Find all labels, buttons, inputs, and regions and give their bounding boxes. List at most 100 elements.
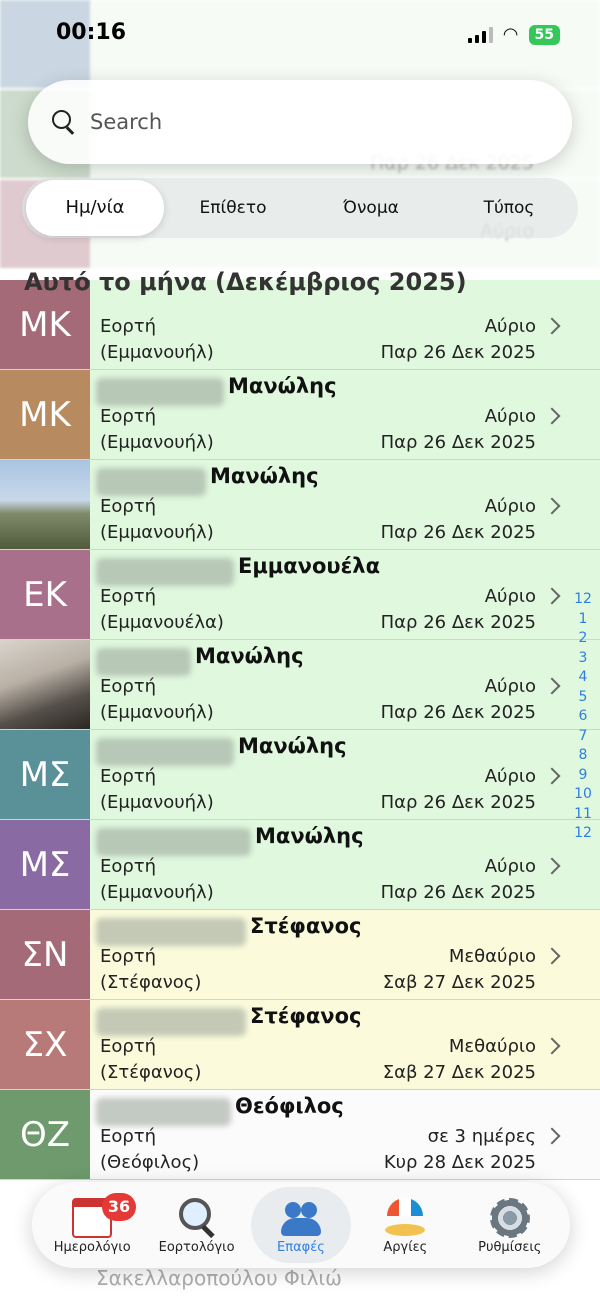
magnifier-icon	[177, 1198, 217, 1238]
month-index-item[interactable]: 1	[570, 610, 596, 630]
blurred-surname	[96, 648, 191, 676]
tab-contacts[interactable]: Επαφές	[250, 1187, 351, 1263]
chevron-right-icon	[543, 947, 561, 965]
contact-first-name: Στέφανος	[250, 914, 362, 938]
blurred-surname	[96, 738, 234, 766]
blurred-surname	[96, 828, 251, 856]
avatar: ΘΖ	[0, 1090, 90, 1179]
relative-day: Αύριο	[484, 316, 536, 337]
wifi-icon: ◠	[502, 24, 519, 45]
month-index-item[interactable]: 6	[570, 707, 596, 727]
contact-first-name: Μανώλης	[255, 824, 364, 848]
contact-row[interactable]: ΣΧ Στέφανος Εορτή (Στέφανος) Μεθαύριο Σαβ 27 …	[0, 1000, 600, 1090]
avatar: ΕΚ	[0, 550, 90, 639]
event-date: Παρ 26 Δεκ 2025	[380, 342, 536, 363]
segment-first-name[interactable]: Όνομα	[302, 180, 440, 236]
tab-label: Επαφές	[277, 1240, 325, 1255]
event-type: Εορτή	[100, 946, 157, 967]
avatar	[0, 460, 90, 549]
event-date: Παρ 26 Δεκ 2025	[380, 792, 536, 813]
segment-date[interactable]: Ημ/νία	[26, 180, 164, 236]
month-index-item[interactable]: 11	[570, 805, 596, 825]
event-type: Εορτή	[100, 316, 157, 337]
blurred-surname	[96, 558, 234, 586]
contact-first-name: Θεόφιλος	[235, 1094, 344, 1118]
relative-day: Μεθαύριο	[448, 1036, 536, 1057]
people-icon	[280, 1198, 321, 1238]
segment-surname[interactable]: Επίθετο	[164, 180, 302, 236]
contact-first-name: Μανώλης	[210, 464, 319, 488]
contact-first-name: Στέφανος	[250, 1004, 362, 1028]
month-index-item[interactable]: 4	[570, 668, 596, 688]
month-index-item[interactable]: 10	[570, 785, 596, 805]
relative-day: Αύριο	[484, 406, 536, 427]
tab-calendar[interactable]: Ημερολόγιο 36	[42, 1187, 142, 1263]
tab-settings[interactable]: Ρυθμίσεις	[460, 1187, 560, 1263]
avatar	[0, 640, 90, 729]
chevron-right-icon	[543, 407, 561, 425]
contact-row[interactable]: ΕΚ Εμμανουέλα Εορτή (Εμμανουέλα) Αύριο Παρ 26…	[0, 550, 600, 640]
event-type: Εορτή	[100, 1036, 157, 1057]
contact-row[interactable]: Μανώλης Εορτή (Εμμανουήλ) Αύριο Παρ 26 Δεκ 2…	[0, 640, 600, 730]
chevron-right-icon	[543, 677, 561, 695]
tab-holidays[interactable]: Αργίες	[355, 1187, 455, 1263]
segment-type[interactable]: Τύπος	[440, 180, 578, 236]
tab-label: Αργίες	[383, 1240, 428, 1255]
blurred-surname	[96, 1008, 246, 1036]
contact-first-name: Μανώλης	[228, 374, 337, 398]
month-index-item[interactable]: 8	[570, 746, 596, 766]
nameday-name: (Στέφανος)	[100, 972, 202, 993]
tab-bar: Ημερολόγιο 36 Εορτολόγιο Επαφές Αργίες Ρ…	[32, 1182, 570, 1268]
event-date: Σαβ 27 Δεκ 2025	[382, 972, 536, 993]
gear-icon	[489, 1198, 530, 1238]
nameday-name: (Εμμανουήλ)	[100, 342, 214, 363]
nameday-name: (Εμμανουήλ)	[100, 702, 214, 723]
nameday-name: (Εμμανουέλα)	[100, 612, 224, 633]
blurred-surname	[96, 918, 246, 946]
chevron-right-icon	[543, 1127, 561, 1145]
tab-label: Ημερολόγιο	[53, 1240, 131, 1255]
event-type: Εορτή	[100, 586, 157, 607]
chevron-right-icon	[543, 767, 561, 785]
status-bar: 00:16 ◠ 55	[0, 0, 600, 64]
relative-day: Αύριο	[484, 766, 536, 787]
blurred-surname	[96, 468, 206, 496]
month-index-item[interactable]: 9	[570, 766, 596, 786]
contact-first-name: Εμμανουέλα	[238, 554, 380, 578]
section-header: Αυτό το μήνα (Δεκέμβριος 2025)	[24, 268, 467, 296]
relative-day: Αύριο	[484, 856, 536, 877]
tab-nameday-calendar[interactable]: Εορτολόγιο	[147, 1187, 247, 1263]
tab-label: Εορτολόγιο	[158, 1240, 235, 1255]
contact-row[interactable]: Μανώλης Εορτή (Εμμανουήλ) Αύριο Παρ 26 Δεκ 2…	[0, 460, 600, 550]
month-index-item[interactable]: 12	[570, 590, 596, 610]
contact-row[interactable]: ΣΝ Στέφανος Εορτή (Στέφανος) Μεθαύριο Σαβ 27 …	[0, 910, 600, 1000]
contact-row[interactable]: ΜΣ Μανώλης Εορτή (Εμμανουήλ) Αύριο Παρ 26 Δεκ…	[0, 730, 600, 820]
contact-row[interactable]: ΜΣ Μανώλης Εορτή (Εμμανουήλ) Αύριο Παρ 26 Δεκ…	[0, 820, 600, 910]
search-icon	[50, 108, 78, 136]
contact-row[interactable]: ΜΚ Μανώλης Εορτή (Εμμανουήλ) Αύριο Παρ 26 Δεκ…	[0, 370, 600, 460]
relative-day: Αύριο	[484, 496, 536, 517]
event-date: Παρ 26 Δεκ 2025	[380, 882, 536, 903]
search-bar[interactable]	[28, 80, 572, 164]
contact-first-name: Μανώλης	[238, 734, 347, 758]
notification-badge: 36	[101, 1193, 137, 1221]
month-index-item[interactable]: 7	[570, 727, 596, 747]
nameday-name: (Στέφανος)	[100, 1062, 202, 1083]
event-date: Παρ 26 Δεκ 2025	[380, 702, 536, 723]
contact-row[interactable]: ΘΖ Θεόφιλος Εορτή (Θεόφιλος) σε 3 ημέρες Κυρ …	[0, 1090, 600, 1180]
avatar: ΜΣ	[0, 820, 90, 909]
month-index-item[interactable]: 5	[570, 688, 596, 708]
contact-first-name: Μανώλης	[195, 644, 304, 668]
search-input[interactable]	[90, 110, 530, 134]
nameday-name: (Θεόφιλος)	[100, 1152, 200, 1173]
event-date: Σαβ 27 Δεκ 2025	[382, 1062, 536, 1083]
relative-day: Αύριο	[484, 586, 536, 607]
month-index-item[interactable]: 12	[570, 824, 596, 844]
avatar: ΜΣ	[0, 730, 90, 819]
month-index-item[interactable]: 3	[570, 649, 596, 669]
event-type: Εορτή	[100, 766, 157, 787]
chevron-right-icon	[543, 1037, 561, 1055]
beach-umbrella-icon	[385, 1198, 426, 1238]
event-type: Εορτή	[100, 856, 157, 877]
month-index-item[interactable]: 2	[570, 629, 596, 649]
